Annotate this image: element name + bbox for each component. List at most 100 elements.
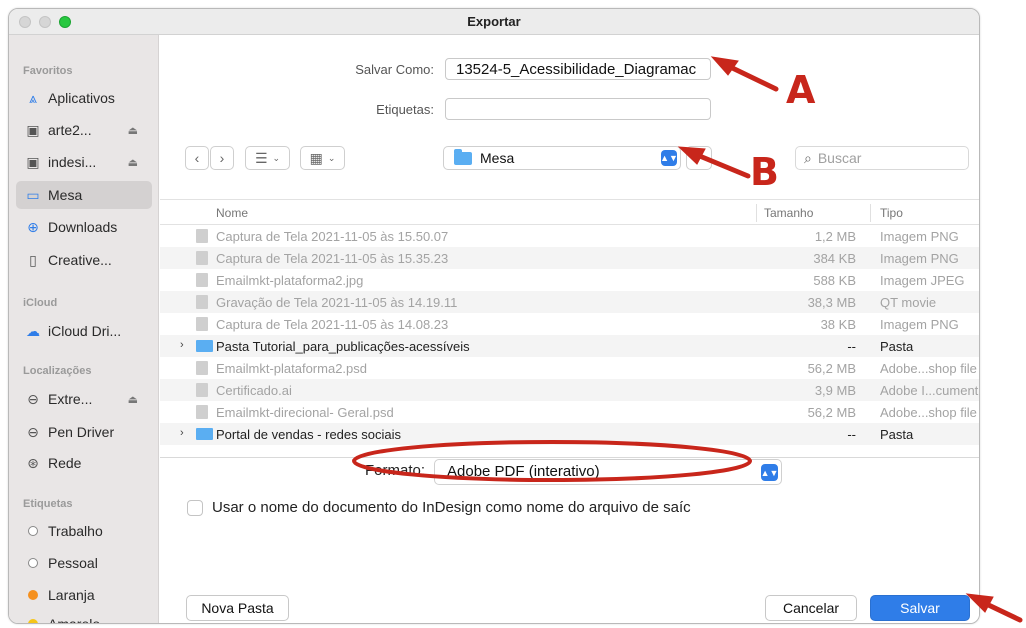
eject-icon[interactable]: ⏏ (128, 124, 138, 137)
disclosure-triangle-icon[interactable]: › (180, 339, 184, 351)
new-folder-button[interactable]: Nova Pasta (186, 595, 289, 621)
chevron-up-icon: ⌃ (695, 152, 703, 163)
disk-icon: ▣ (26, 121, 40, 138)
column-header-name[interactable]: Nome (216, 206, 248, 220)
table-row[interactable]: Captura de Tela 2021-11-05 às 15.50.07 1,… (160, 225, 979, 247)
sidebar-item-label: Pessoal (48, 555, 98, 571)
row-size: 38,3 MB (807, 295, 856, 310)
row-name: Emailmkt-direcional- Geral.psd (216, 405, 394, 420)
table-row[interactable]: Emailmkt-plataforma2.psd 56,2 MB Adobe...s… (160, 357, 979, 379)
sidebar-item-tag-amarelo[interactable]: Amarelo (16, 610, 152, 623)
row-kind: QT movie (880, 295, 937, 310)
table-row[interactable]: Gravação de Tela 2021-11-05 às 14.19.11 3… (160, 291, 979, 313)
window-title: Exportar (467, 14, 521, 29)
sidebar-item-tag-trabalho[interactable]: Trabalho (16, 517, 152, 545)
sidebar-item-network[interactable]: ⊛ Rede (16, 449, 152, 477)
chevron-down-icon: ⌄ (327, 152, 336, 163)
chevron-down-icon: ⌄ (272, 152, 281, 163)
format-popup[interactable]: Adobe PDF (interativo) ▲▼ (434, 459, 782, 485)
drive-icon: ⊖ (27, 390, 39, 407)
row-name: Certificado.ai (216, 383, 292, 398)
row-name: Emailmkt-plataforma2.psd (216, 361, 367, 376)
back-button[interactable]: ‹ (185, 146, 209, 170)
tag-dot-icon (28, 526, 38, 536)
desktop-icon: ▭ (26, 186, 40, 203)
grid-view-button[interactable]: ▦ ⌄ (300, 146, 345, 170)
file-icon (196, 295, 208, 309)
folder-icon (454, 148, 472, 165)
column-header-size[interactable]: Tamanho (764, 206, 813, 220)
tags-input[interactable] (445, 98, 711, 120)
row-size: 56,2 MB (807, 361, 856, 376)
main-panel: Salvar Como: 13524-5_Acessibilidade_Diag… (160, 35, 979, 623)
eject-icon[interactable]: ⏏ (128, 156, 138, 169)
save-button[interactable]: Salvar (870, 595, 970, 621)
search-field[interactable]: ⌕ Buscar (795, 146, 969, 170)
sidebar-item-label: indesi... (48, 154, 97, 170)
sidebar-item-label: arte2... (48, 122, 92, 138)
row-kind: Imagem PNG (880, 251, 959, 266)
search-icon: ⌕ (804, 149, 812, 166)
table-row[interactable]: Certificado.ai 3,9 MB Adobe I...cument (160, 379, 979, 401)
sidebar-item-label: Pen Driver (48, 424, 115, 440)
sidebar-item-label: Laranja (48, 587, 95, 603)
sidebar-item-pen-driver[interactable]: ⊖ Pen Driver (16, 418, 152, 446)
list-view-icon: ☰ (254, 149, 268, 166)
table-row[interactable]: › Portal de vendas - redes sociais -- Pasta (160, 423, 979, 445)
save-as-input[interactable]: 13524-5_Acessibilidade_Diagramac (445, 58, 711, 80)
sidebar-item-creative[interactable]: ▯ Creative... (16, 246, 152, 274)
table-row[interactable]: › Pasta Tutorial_para_publicações-acessív… (160, 335, 979, 357)
sidebar-item-label: Extre... (48, 391, 93, 407)
cloud-icon: ☁ (26, 322, 40, 339)
file-icon (196, 317, 208, 331)
sidebar-item-downloads[interactable]: ⊕ Downloads (16, 213, 152, 241)
list-view-button[interactable]: ☰ ⌄ (245, 146, 290, 170)
row-size: 588 KB (813, 273, 856, 288)
expand-collapse-button[interactable]: ⌃ (686, 146, 712, 170)
format-label: Formato: (365, 462, 426, 479)
sidebar-item-indesign[interactable]: ▣ indesi... ⏏ (16, 148, 152, 176)
title-bar: Exportar (9, 9, 979, 35)
row-size: -- (847, 427, 856, 442)
row-name: Portal de vendas - redes sociais (216, 427, 401, 442)
row-kind: Pasta (880, 427, 914, 442)
sidebar-item-mesa[interactable]: ▭ Mesa (16, 181, 152, 209)
sidebar-item-external[interactable]: ⊖ Extre... ⏏ (16, 385, 152, 413)
disk-icon: ▣ (26, 153, 40, 170)
search-placeholder: Buscar (817, 150, 862, 166)
sidebar-item-icloud-drive[interactable]: ☁ iCloud Dri... (16, 317, 152, 345)
forward-button[interactable]: › (210, 146, 234, 170)
sidebar-section-favorites: Favoritos (23, 65, 73, 77)
sidebar-item-applications[interactable]: ⩓ Aplicativos (16, 84, 152, 112)
row-kind: Imagem JPEG (880, 273, 965, 288)
location-value: Mesa (480, 150, 515, 166)
cancel-button[interactable]: Cancelar (765, 595, 857, 621)
table-row[interactable]: Captura de Tela 2021-11-05 às 14.08.23 38… (160, 313, 979, 335)
table-row[interactable]: Emailmkt-direcional- Geral.psd 56,2 MB Ado… (160, 401, 979, 423)
row-size: 56,2 MB (807, 405, 856, 420)
format-value: Adobe PDF (interativo) (447, 463, 600, 480)
table-row[interactable]: Captura de Tela 2021-11-05 às 15.35.23 38… (160, 247, 979, 269)
file-list: Captura de Tela 2021-11-05 às 15.50.07 1,… (160, 225, 979, 457)
file-icon (196, 361, 208, 375)
row-kind: Adobe...shop file (880, 361, 977, 376)
stepper-icon: ▲▼ (761, 464, 778, 481)
folder-icon (196, 340, 213, 352)
location-popup[interactable]: Mesa ▲▼ (443, 146, 681, 170)
use-document-name-checkbox[interactable] (187, 500, 203, 516)
drive-icon: ⊖ (27, 423, 39, 440)
sidebar-item-label: Trabalho (48, 523, 103, 539)
eject-icon[interactable]: ⏏ (128, 393, 138, 406)
row-size: 38 KB (820, 317, 856, 332)
export-dialog: Exportar Favoritos ⩓ Aplicativos ▣ arte2… (8, 8, 980, 624)
sidebar-item-tag-pessoal[interactable]: Pessoal (16, 549, 152, 577)
sidebar-item-label: Creative... (48, 252, 112, 268)
sidebar-item-tag-laranja[interactable]: Laranja (16, 581, 152, 609)
table-row[interactable]: Emailmkt-plataforma2.jpg 588 KB Imagem JPE… (160, 269, 979, 291)
chevron-right-icon: › (219, 150, 225, 166)
sidebar-item-arte2[interactable]: ▣ arte2... ⏏ (16, 116, 152, 144)
file-icon (196, 229, 208, 243)
column-header-kind[interactable]: Tipo (880, 206, 903, 220)
disclosure-triangle-icon[interactable]: › (180, 427, 184, 439)
sidebar-section-icloud: iCloud (23, 297, 58, 309)
